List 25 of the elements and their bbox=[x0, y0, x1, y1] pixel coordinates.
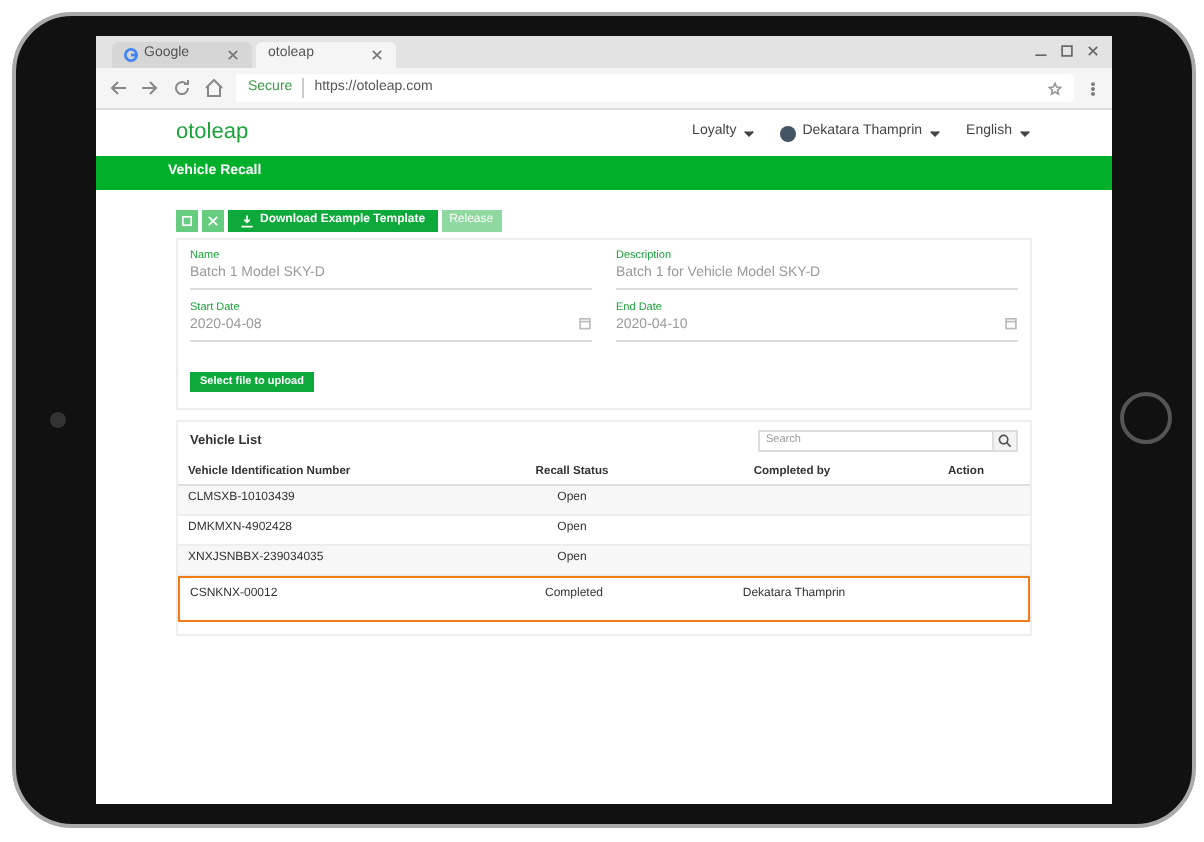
menu-icon[interactable] bbox=[1086, 81, 1100, 95]
search-icon bbox=[998, 434, 1012, 448]
search-button[interactable] bbox=[994, 430, 1018, 452]
reload-icon[interactable] bbox=[172, 78, 192, 98]
google-icon bbox=[124, 48, 138, 62]
caret-icon bbox=[928, 126, 943, 140]
cancel-button[interactable] bbox=[202, 210, 224, 232]
avatar-icon bbox=[780, 125, 797, 141]
close-icon[interactable] bbox=[226, 48, 240, 62]
camera-icon bbox=[50, 412, 66, 428]
back-icon[interactable] bbox=[108, 78, 128, 98]
close-icon bbox=[206, 214, 220, 228]
forward-icon[interactable] bbox=[140, 78, 160, 98]
save-button[interactable] bbox=[176, 210, 198, 232]
logo-text: otoleap bbox=[176, 118, 251, 149]
home-button[interactable] bbox=[1120, 392, 1172, 444]
close-icon[interactable] bbox=[1086, 44, 1100, 58]
close-icon[interactable] bbox=[370, 48, 384, 62]
home-icon[interactable] bbox=[204, 78, 224, 98]
caret-icon bbox=[1018, 126, 1032, 140]
maximize-icon[interactable] bbox=[1060, 44, 1074, 58]
save-icon bbox=[180, 214, 194, 228]
star-icon[interactable] bbox=[1048, 81, 1062, 95]
caret-icon bbox=[742, 126, 757, 140]
download-icon bbox=[240, 214, 254, 228]
